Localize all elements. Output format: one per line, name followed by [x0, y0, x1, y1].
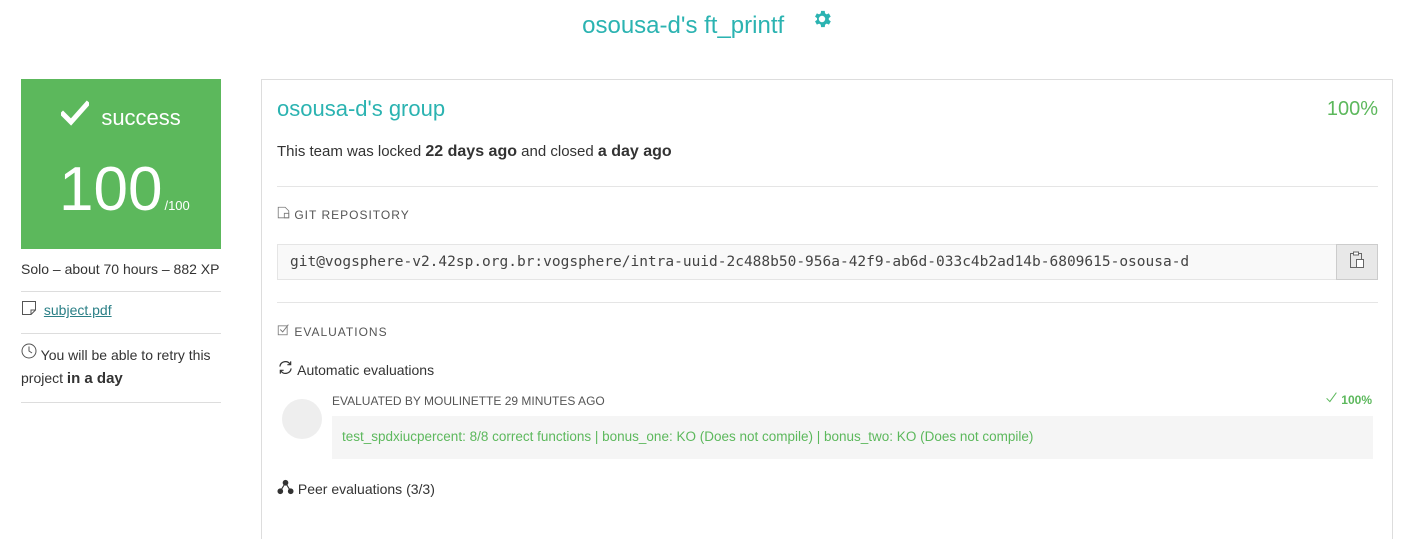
score-row: 100/100: [59, 157, 219, 223]
peer-evaluations-label: Peer evaluations (3/3): [297, 481, 435, 498]
git-repository-heading: GIT REPOSITORY: [277, 206, 410, 224]
locked-prefix: This team was locked: [277, 143, 426, 160]
status-row: success: [21, 100, 221, 135]
status-label: success: [101, 104, 181, 130]
checkbox-icon: [277, 323, 290, 339]
group-header: osousa-d's group 100%: [277, 96, 1378, 126]
check-icon: [1325, 391, 1338, 407]
clipboard-icon: [1349, 251, 1365, 274]
automatic-evaluations-label: Automatic evaluations: [297, 362, 435, 378]
page-title: osousa-d's ft_printf: [582, 12, 785, 39]
clock-icon: [21, 343, 37, 365]
evaluation-score: 100%: [1325, 391, 1372, 409]
final-mark: 100: [59, 155, 163, 224]
max-mark: /100: [164, 198, 190, 213]
project-meta: Solo – about 70 hours – 882 XP: [21, 259, 221, 292]
git-label: GIT REPOSITORY: [294, 208, 410, 223]
retry-time: in a day: [66, 370, 123, 388]
check-icon: [59, 100, 91, 132]
file-icon: [277, 206, 290, 222]
peer-evaluations-heading: Peer evaluations (3/3): [277, 479, 435, 500]
group-percent: 100%: [1326, 98, 1378, 120]
status-card: success 100/100: [21, 79, 221, 249]
network-icon: [277, 479, 294, 498]
git-url[interactable]: git@vogsphere-v2.42sp.org.br:vogsphere/i…: [290, 254, 1189, 270]
team-panel: osousa-d's group 100% This team was lock…: [261, 79, 1393, 539]
file-icon: [21, 300, 37, 319]
closed-time: a day ago: [597, 143, 672, 160]
divider: [277, 302, 1378, 303]
retry-info: You will be able to retry this project i…: [21, 334, 221, 404]
project-sidebar: success 100/100 Solo – about 70 hours – …: [21, 79, 221, 404]
evaluations-label: EVALUATIONS: [294, 325, 388, 340]
locked-time: 22 days ago: [425, 143, 517, 160]
evaluation-result: test_spdxiucpercent: 8/8 correct functio…: [332, 416, 1373, 459]
closed-prefix: and closed: [517, 143, 598, 160]
gear-icon[interactable]: [811, 8, 833, 37]
automatic-evaluations-heading: Automatic evaluations: [277, 360, 435, 380]
evaluated-by: EVALUATED BY MOULINETTE 29 MINUTES AGO: [332, 394, 605, 408]
subject-row: subject.pdf: [21, 292, 221, 334]
refresh-icon: [277, 360, 294, 378]
page-header: osousa-d's ft_printf: [0, 11, 1415, 42]
evaluation-score-value: 100%: [1341, 393, 1372, 408]
git-url-box[interactable]: git@vogsphere-v2.42sp.org.br:vogsphere/i…: [277, 244, 1378, 280]
subject-pdf-link[interactable]: subject.pdf: [44, 302, 112, 318]
team-lock-status: This team was locked 22 days ago and clo…: [277, 143, 672, 161]
avatar: [282, 399, 322, 439]
evaluations-heading: EVALUATIONS: [277, 323, 388, 341]
copy-button[interactable]: [1336, 244, 1378, 280]
group-name[interactable]: osousa-d's group: [277, 96, 445, 122]
divider: [277, 186, 1378, 187]
